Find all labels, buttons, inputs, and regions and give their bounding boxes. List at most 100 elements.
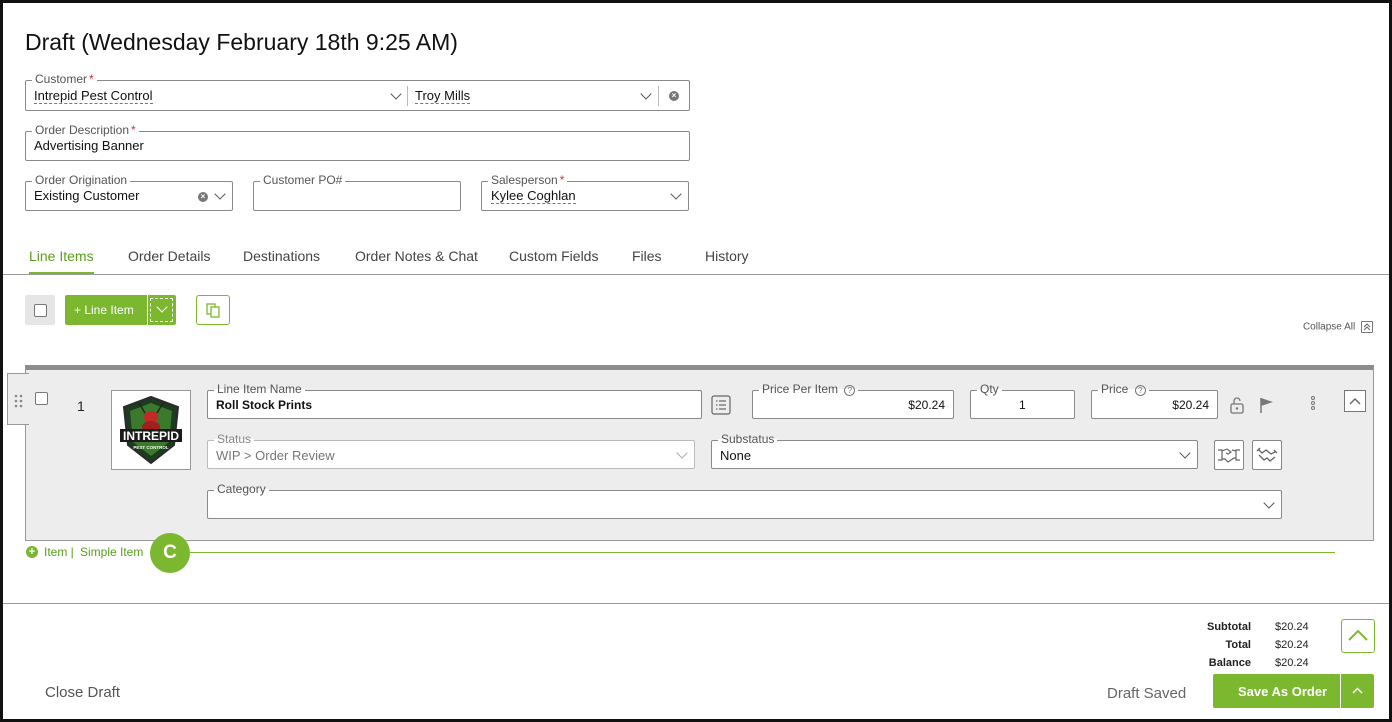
salesperson-select[interactable]: Salesperson * Kylee Coghlan (481, 173, 689, 211)
salesperson-value: Kylee Coghlan (491, 188, 576, 204)
outsource-button[interactable] (1252, 440, 1282, 470)
price-input[interactable]: Price ? $20.24 (1091, 382, 1218, 419)
help-icon[interactable]: ? (844, 385, 856, 396)
price-label: Price (1101, 382, 1129, 396)
save-options-button[interactable] (1341, 674, 1374, 708)
totals-labels: Subtotal Total Balance (1153, 621, 1251, 671)
line-item-name-value: Roll Stock Prints (216, 398, 313, 412)
chevron-down-icon (676, 447, 688, 459)
step-badge: C (150, 533, 190, 573)
totals-values: $20.24 $20.24 $20.24 (1275, 621, 1335, 671)
page-title: Draft (Wednesday February 18th 9:25 AM) (25, 29, 458, 55)
subtotal-value: $20.24 (1275, 621, 1309, 633)
add-line-item-button[interactable]: + Line Item (65, 295, 176, 325)
substatus-select[interactable]: Substatus None (711, 432, 1198, 469)
assign-button[interactable] (1214, 440, 1244, 470)
order-origination-label: Order Origination (32, 173, 131, 187)
draft-saved-status: Draft Saved (1107, 685, 1187, 702)
customer-po-input[interactable]: Customer PO# (253, 173, 461, 211)
unlock-icon (1230, 397, 1244, 414)
add-line-item-label: + Line Item (74, 303, 134, 317)
customer-value[interactable]: Intrepid Pest Control (34, 88, 153, 104)
status-value: WIP > Order Review (216, 448, 335, 463)
collapse-all-label: Collapse All (1302, 321, 1356, 333)
chevron-down-icon[interactable] (214, 188, 226, 200)
handshake-icon (1218, 448, 1240, 463)
price-value: $20.24 (1172, 398, 1209, 412)
save-as-order-button[interactable]: Save As Order (1213, 674, 1374, 708)
balance-label: Balance (1208, 657, 1251, 669)
line-item-dropdown-button[interactable] (150, 298, 173, 322)
tab-custom-fields[interactable]: Custom Fields (509, 248, 598, 272)
divider (407, 86, 408, 106)
substatus-label: Substatus (718, 432, 778, 446)
list-icon (711, 395, 731, 415)
intrepid-logo-image: INTREPID PEST CONTROL (120, 395, 182, 465)
unlock-button[interactable] (1229, 396, 1245, 419)
salesperson-label: Salesperson (491, 173, 558, 187)
required-marker: * (559, 173, 565, 187)
details-list-button[interactable] (711, 395, 731, 420)
close-draft-button[interactable]: Close Draft (45, 684, 120, 701)
tab-line-items[interactable]: Line Items (29, 248, 94, 275)
price-per-item-input[interactable]: Price Per Item ? $20.24 (752, 382, 954, 419)
qty-input[interactable]: Qty 1 (970, 382, 1075, 419)
select-all-wrapper (25, 295, 55, 325)
tab-files[interactable]: Files (632, 248, 662, 272)
flag-icon (1260, 398, 1273, 413)
chevron-down-icon[interactable] (390, 88, 402, 100)
tab-destinations[interactable]: Destinations (243, 248, 320, 272)
flag-button[interactable] (1258, 396, 1276, 419)
clear-icon[interactable]: × (198, 192, 208, 202)
chevron-down-icon[interactable] (670, 188, 682, 200)
order-origination-select[interactable]: Order Origination Existing Customer × (25, 173, 233, 211)
add-item-link[interactable]: Item | (44, 545, 74, 559)
customer-field[interactable]: Customer * Intrepid Pest Control Troy Mil… (25, 72, 690, 111)
category-select[interactable]: Category (207, 482, 1282, 519)
add-circle-icon[interactable]: + (26, 546, 38, 558)
logo-text: INTREPID (123, 429, 179, 443)
copy-button[interactable] (196, 295, 230, 325)
line-item-name-input[interactable]: Line Item Name Roll Stock Prints (207, 382, 702, 419)
line-item-checkbox[interactable] (35, 392, 48, 405)
chevron-down-icon[interactable] (640, 88, 652, 100)
more-vertical-icon (1311, 396, 1315, 410)
chevron-down-icon[interactable] (1179, 447, 1191, 459)
select-all-checkbox[interactable] (34, 304, 47, 317)
line-item-number: 1 (77, 398, 85, 414)
collapse-all-button[interactable]: Collapse All (1303, 321, 1373, 333)
drag-handle[interactable] (7, 373, 29, 425)
order-description-label: Order Description (35, 123, 130, 137)
copy-icon (206, 303, 220, 318)
clear-icon[interactable]: × (669, 91, 679, 101)
line-item-thumbnail[interactable]: INTREPID PEST CONTROL (111, 390, 191, 470)
help-icon[interactable]: ? (1134, 385, 1146, 396)
more-options-button[interactable] (1306, 393, 1320, 418)
required-marker: * (131, 123, 136, 137)
substatus-value: None (720, 448, 752, 463)
order-description-field[interactable]: Order Description * Advertising Banner (25, 123, 690, 161)
customer-label: Customer (35, 72, 88, 86)
chevron-up-icon (1349, 398, 1361, 405)
tab-order-details[interactable]: Order Details (128, 248, 210, 272)
subtotal-label: Subtotal (1207, 621, 1251, 633)
collapse-item-button[interactable] (1344, 390, 1366, 412)
total-value: $20.24 (1275, 639, 1309, 651)
status-select[interactable]: Status WIP > Order Review (207, 432, 695, 469)
line-item-name-label: Line Item Name (214, 382, 305, 396)
scroll-to-top-button[interactable] (1341, 619, 1375, 653)
tab-order-notes-chat[interactable]: Order Notes & Chat (355, 248, 478, 272)
callout-line (190, 552, 1335, 553)
divider (658, 86, 659, 106)
chevron-down-icon[interactable] (1263, 497, 1275, 509)
customer-contact-value[interactable]: Troy Mills (415, 88, 471, 104)
tab-history[interactable]: History (705, 248, 749, 272)
customer-po-label: Customer PO# (260, 173, 346, 187)
add-simple-item-link[interactable]: Simple Item (80, 545, 143, 559)
qty-value: 1 (1019, 398, 1026, 412)
chevron-up-icon (1352, 687, 1363, 694)
split-divider (147, 295, 148, 325)
footer-divider (3, 603, 1389, 604)
save-as-order-label: Save As Order (1238, 684, 1328, 699)
required-marker: * (89, 72, 94, 86)
